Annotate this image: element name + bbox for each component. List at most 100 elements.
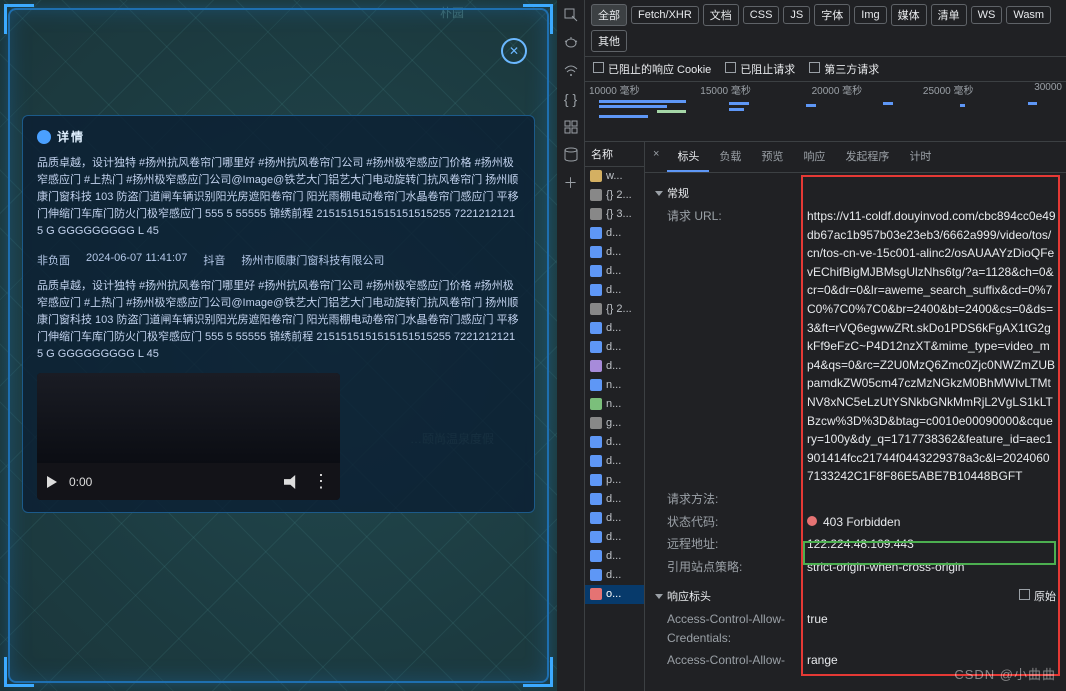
headers-pane: × 标头 负载 预览 响应 发起程序 计时 常规 请求 URL:https://… [645, 142, 1066, 691]
status-label: 状态代码: [667, 513, 787, 532]
request-row[interactable]: d... [585, 319, 644, 338]
request-row[interactable]: {} 2... [585, 300, 644, 319]
request-row[interactable]: {} 3... [585, 205, 644, 224]
brackets-icon[interactable]: { } [562, 90, 580, 108]
request-row[interactable]: g... [585, 414, 644, 433]
tab-payload[interactable]: 负载 [709, 142, 751, 172]
request-row[interactable]: d... [585, 490, 644, 509]
tab-timing[interactable]: 计时 [899, 142, 941, 172]
filter-wasm[interactable]: Wasm [1006, 6, 1051, 24]
request-list[interactable]: 名称 w...{} 2...{} 3...d...d...d...d...{} … [585, 142, 645, 691]
more-icon[interactable]: ⋮ [312, 471, 330, 492]
request-row[interactable]: d... [585, 433, 644, 452]
chevron-down-icon [655, 191, 663, 196]
tab-response[interactable]: 响应 [793, 142, 835, 172]
request-row[interactable]: n... [585, 376, 644, 395]
meta-type: 非负面 [37, 252, 70, 268]
frame-corner [523, 657, 553, 687]
filter-font[interactable]: 字体 [814, 4, 850, 26]
file-type-icon [590, 550, 602, 562]
request-row[interactable]: d... [585, 357, 644, 376]
filter-all[interactable]: 全部 [591, 4, 627, 26]
inspect-icon[interactable] [562, 6, 580, 24]
referrer-label: 引用站点策略: [667, 558, 787, 577]
file-type-icon [590, 303, 602, 315]
frame-corner [4, 657, 34, 687]
close-button[interactable]: ✕ [501, 38, 527, 64]
file-type-icon [590, 417, 602, 429]
db-icon[interactable] [562, 146, 580, 164]
request-name: d... [606, 284, 621, 296]
request-row[interactable]: d... [585, 566, 644, 585]
raw-toggle[interactable]: 原始 [1019, 588, 1056, 604]
tab-initiator[interactable]: 发起程序 [835, 142, 899, 172]
request-name: p... [606, 474, 621, 486]
remote-label: 远程地址: [667, 535, 787, 554]
request-name: {} 3... [606, 208, 632, 220]
filter-doc[interactable]: 文档 [703, 4, 739, 26]
detail-card: 详情 品质卓越，设计独特 #扬州抗风卷帘门哪里好 #扬州抗风卷帘门公司 #扬州极… [22, 115, 535, 513]
request-row[interactable]: d... [585, 262, 644, 281]
meta-source: 抖音 [203, 252, 225, 268]
opt-third[interactable]: 第三方请求 [809, 61, 879, 77]
close-tab-icon[interactable]: × [645, 142, 667, 172]
request-name: d... [606, 227, 621, 239]
add-icon[interactable]: ＋ [562, 174, 580, 192]
opt-blocked-req[interactable]: 已阻止请求 [725, 61, 795, 77]
request-row[interactable]: d... [585, 224, 644, 243]
referrer-value: strict-origin-when-cross-origin [807, 558, 964, 577]
request-row[interactable]: n... [585, 395, 644, 414]
split-pane: 名称 w...{} 2...{} 3...d...d...d...d...{} … [585, 142, 1066, 691]
detail-icon [37, 130, 51, 144]
detail-paragraph-2: 品质卓越，设计独特 #扬州抗风卷帘门哪里好 #扬州抗风卷帘门公司 #扬州极窄感应… [37, 278, 520, 363]
method-label: 请求方法: [667, 490, 787, 509]
frame-corner [4, 4, 34, 34]
request-row[interactable]: d... [585, 528, 644, 547]
request-name: d... [606, 322, 621, 334]
request-name: w... [606, 170, 623, 182]
request-row[interactable]: {} 2... [585, 186, 644, 205]
timeline[interactable]: 10000 毫秒 15000 毫秒 20000 毫秒 25000 毫秒 3000… [585, 82, 1066, 142]
request-row[interactable]: d... [585, 509, 644, 528]
response-headers-section[interactable]: 响应标头 原始 [655, 584, 1056, 608]
video-area[interactable] [37, 373, 340, 463]
request-row[interactable]: d... [585, 338, 644, 357]
detail-paragraph-1: 品质卓越，设计独特 #扬州抗风卷帘门哪里好 #扬州抗风卷帘门公司 #扬州极窄感应… [37, 155, 520, 240]
app-icon[interactable] [562, 118, 580, 136]
resp-h-v: true [807, 610, 828, 647]
wifi-icon[interactable] [562, 62, 580, 80]
request-row[interactable]: d... [585, 243, 644, 262]
request-name: d... [606, 341, 621, 353]
request-row[interactable]: o... [585, 585, 644, 604]
devtools-side-rail: { } ＋ [557, 0, 585, 691]
opt-blocked-cookie[interactable]: 已阻止的响应 Cookie [593, 61, 711, 77]
request-row[interactable]: w... [585, 167, 644, 186]
play-icon[interactable] [47, 476, 57, 488]
filter-media[interactable]: 媒体 [891, 4, 927, 26]
file-type-icon [590, 588, 602, 600]
filter-row: 全部 Fetch/XHR 文档 CSS JS 字体 Img 媒体 清单 WS W… [585, 0, 1066, 57]
request-row[interactable]: d... [585, 452, 644, 471]
tab-preview[interactable]: 预览 [751, 142, 793, 172]
filter-ws[interactable]: WS [971, 6, 1003, 24]
headers-scroll[interactable]: 常规 请求 URL:https://v11-coldf.douyinvod.co… [645, 173, 1066, 691]
timeline-ticks: 10000 毫秒 15000 毫秒 20000 毫秒 25000 毫秒 3000… [585, 82, 1066, 97]
tab-headers[interactable]: 标头 [667, 142, 709, 172]
volume-icon[interactable] [284, 475, 300, 489]
filter-fetch[interactable]: Fetch/XHR [631, 6, 699, 24]
filter-manifest[interactable]: 清单 [931, 4, 967, 26]
filter-other[interactable]: 其他 [591, 30, 627, 52]
filter-css[interactable]: CSS [743, 6, 780, 24]
general-section[interactable]: 常规 [655, 181, 1056, 205]
filter-img[interactable]: Img [854, 6, 886, 24]
options-row: 已阻止的响应 Cookie 已阻止请求 第三方请求 [585, 57, 1066, 82]
request-row[interactable]: d... [585, 547, 644, 566]
request-row[interactable]: p... [585, 471, 644, 490]
request-name: d... [606, 569, 621, 581]
file-type-icon [590, 208, 602, 220]
debug-icon[interactable] [562, 34, 580, 52]
video-player[interactable]: 0:00 ⋮ [37, 373, 340, 500]
filter-js[interactable]: JS [783, 6, 810, 24]
video-time: 0:00 [69, 475, 92, 489]
request-row[interactable]: d... [585, 281, 644, 300]
